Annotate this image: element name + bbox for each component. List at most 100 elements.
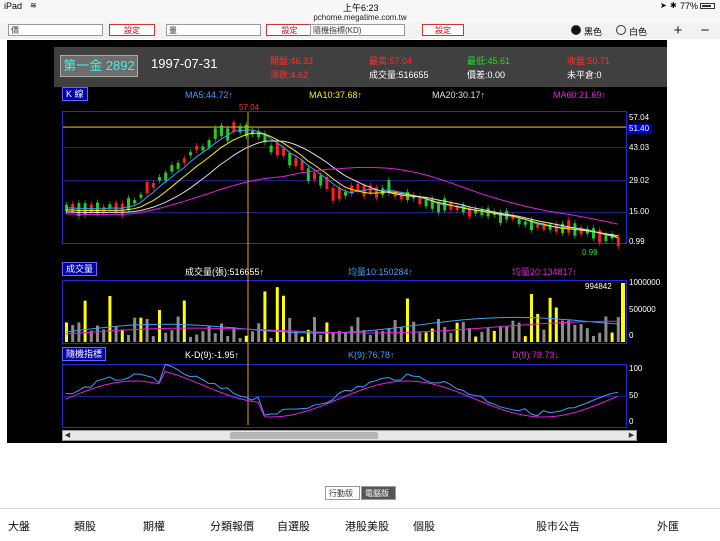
bottom-nav: 大盤 類股 期權 分類報價 自選股 港股美股 個股 股市公告 外匯 [0,508,720,541]
volume-bar [424,332,428,342]
url-bar[interactable]: pchome.megatime.com.tw [0,13,720,23]
price-settings-button[interactable]: 設定 [109,24,155,36]
volume-bar [399,326,403,342]
candle-body [269,145,273,153]
status-bar: iPad ≋ 上午6:23 ➤ ✱ 77% [0,0,720,13]
candle-body [344,191,347,196]
volume-bar [145,318,149,342]
candle-body [164,172,168,181]
volume-bar [182,300,186,342]
candle-body [517,218,521,224]
candle-body [170,165,174,172]
candle-body [151,183,155,188]
candle-body [294,158,298,167]
volume-bar [598,332,602,342]
candle-body [604,234,608,242]
nav-market[interactable]: 大盤 [8,518,30,534]
candle-body [96,202,99,214]
scroll-left-arrow-icon[interactable]: ◀ [63,431,72,440]
volume-bar [561,320,564,342]
volume-bar [542,329,546,342]
volume-bar [480,331,484,342]
indicator-select[interactable]: 隨機指標(KD) [310,24,405,36]
volume-bar [195,334,199,342]
volume-bar [418,332,422,342]
candle-body [424,199,428,207]
nav-options[interactable]: 期權 [143,518,165,534]
nav-hk-us-stocks[interactable]: 港股美股 [345,518,389,534]
ma10-line [65,132,618,238]
volume-bar [189,336,192,342]
volume-bar [77,322,81,342]
candle-body [282,148,285,156]
desktop-version-button[interactable]: 電腦版 [361,486,396,500]
theme-black-label: 黑色 [584,27,603,37]
indicator-settings-button[interactable]: 設定 [422,24,464,36]
candle-body [356,183,360,191]
volume-bar [244,335,248,342]
nav-category-quotes[interactable]: 分類報價 [210,518,254,534]
volume-bar [158,309,161,342]
theme-white-radio[interactable] [616,25,626,35]
location-icon: ➤ [660,1,667,10]
volume-bar [151,336,155,342]
stock-chart-panel: 第一金 2892 1997-07-31 開盤:46.33 漲跌:4.62 最高:… [7,40,667,443]
volume-bar [139,317,143,342]
candle-body [313,172,316,180]
candle-body [158,177,161,181]
volume-bar [362,330,366,342]
volume-bar [263,291,267,342]
battery-icon [700,3,715,9]
volume-bar [275,287,279,342]
candle-body [102,206,106,213]
candle-body [120,203,124,216]
volume-bar [164,332,168,342]
candle-body [387,179,391,193]
volume-bar [220,323,223,342]
candle-body [201,146,205,151]
volume-settings-button[interactable]: 設定 [266,24,313,36]
volume-bar [455,322,459,342]
price-select[interactable]: 價 [8,24,103,36]
volume-bar [288,317,292,342]
candle-body [127,198,130,210]
nav-stock[interactable]: 個股 [413,518,435,534]
scroll-right-arrow-icon[interactable]: ▶ [627,431,636,440]
volume-bar [573,325,577,342]
mobile-version-button[interactable]: 行動版 [325,486,360,500]
candle-body [145,182,149,194]
candle-body [288,153,292,166]
candle-body [176,162,180,169]
volume-bar [443,327,447,342]
volume-bar [251,331,254,342]
theme-black-radio[interactable] [571,25,581,35]
chart-scrollbar[interactable]: ◀ ▶ [62,430,637,441]
volume-bar [468,328,471,342]
volume-bar [232,327,236,342]
volume-bar [604,316,608,342]
volume-bar [350,326,354,342]
candle-body [319,175,323,186]
scroll-thumb[interactable] [230,432,378,439]
candle-body [300,160,304,171]
nav-forex[interactable]: 外匯 [657,518,679,534]
volume-bar [269,337,273,342]
candle-body [480,209,484,216]
volume-bar [83,300,87,342]
zoom-out-button[interactable]: − [697,22,713,39]
nav-sectors[interactable]: 類股 [74,518,96,534]
volume-bar [120,329,124,342]
volume-bar [356,317,360,342]
volume-bar [319,334,323,342]
volume-bar [257,323,261,342]
volume-select[interactable]: 量 [166,24,261,36]
theme-white-label: 白色 [629,27,648,37]
zoom-in-button[interactable]: + [670,22,686,39]
nav-watchlist[interactable]: 自選股 [277,518,310,534]
nav-announcements[interactable]: 股市公告 [536,518,580,534]
volume-bar [313,317,316,342]
volume-bar [127,334,130,342]
candle-body [133,200,137,204]
volume-bar [486,328,490,342]
wifi-icon: ≋ [30,1,37,10]
